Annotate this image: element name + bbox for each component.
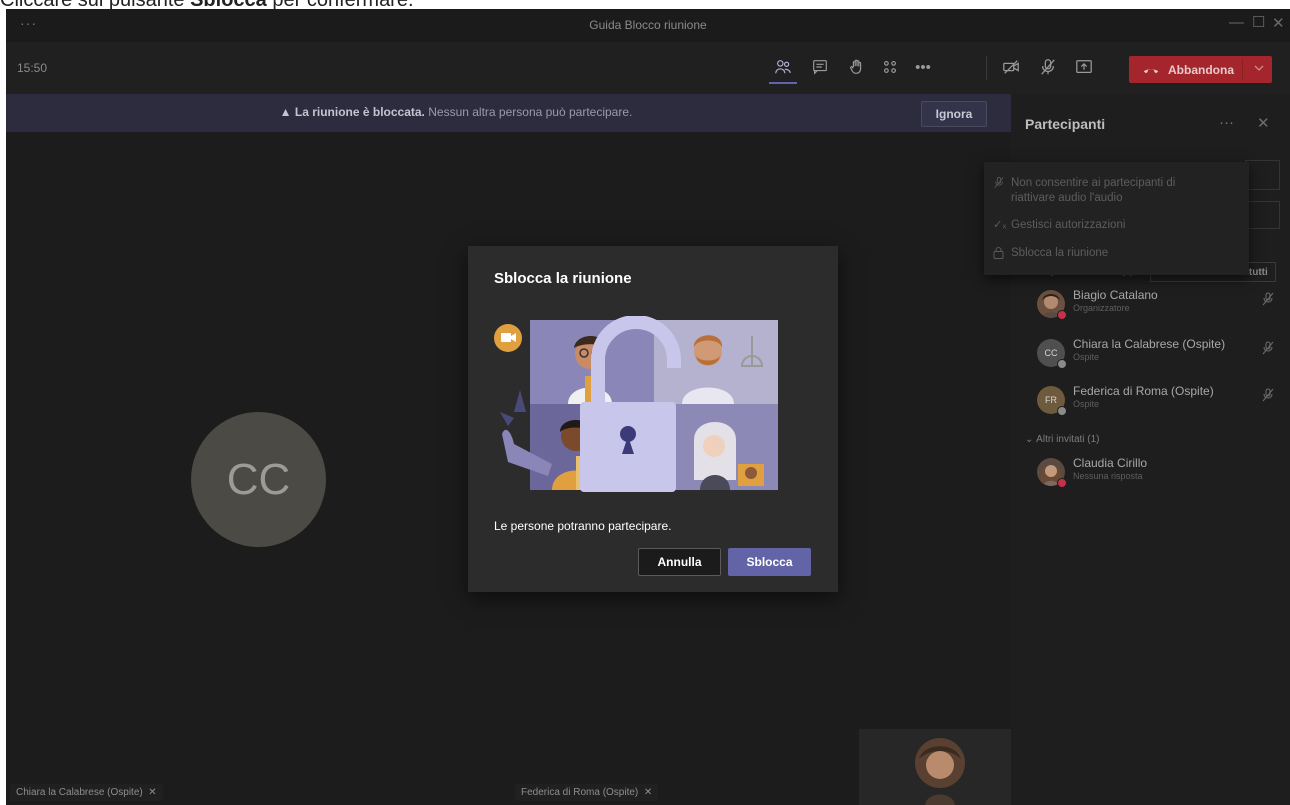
mic-off-icon[interactable] — [1037, 56, 1059, 78]
participants-active-indicator — [769, 82, 797, 84]
tile-name-center: Federica di Roma (Ospite) ✕ — [515, 784, 659, 801]
self-video-avatar — [915, 738, 965, 805]
invited-status: Nessuna risposta — [1073, 471, 1143, 481]
search-box[interactable] — [1245, 201, 1280, 229]
close-icon[interactable]: ✕ — [1272, 14, 1285, 32]
teams-window: ··· Guida Blocco riunione — ☐ ✕ 15:50 ••… — [6, 9, 1290, 805]
mic-off-icon[interactable] — [1261, 388, 1275, 402]
tile-name-center-label: Federica di Roma (Ospite) — [521, 787, 639, 798]
instruction-text: Cliccare sul pulsante Sblocca per confer… — [0, 0, 414, 10]
menu-item-manage-permissions[interactable]: ✓ₓ Gestisci autorizzazioni — [993, 218, 1125, 233]
participants-icon[interactable] — [772, 56, 794, 78]
warning-icon: ▲ — [279, 105, 292, 119]
status-badge — [1057, 359, 1067, 369]
share-invite-box[interactable] — [1245, 160, 1280, 190]
status-badge — [1057, 406, 1067, 416]
lock-icon — [993, 246, 1011, 264]
locked-banner: ▲ La riunione è bloccata. Nessun altra p… — [6, 94, 1011, 132]
participant-row[interactable]: CC Chiara la Calabrese (Ospite) Ospite — [1037, 337, 1277, 373]
mic-off-icon: ✕ — [641, 787, 653, 798]
hang-up-icon — [1143, 68, 1159, 73]
breakout-rooms-icon[interactable] — [879, 56, 901, 78]
panel-more-button[interactable]: ··· — [1219, 114, 1234, 131]
raise-hand-icon[interactable] — [846, 56, 868, 78]
menu-item-label: Sblocca la riunione — [1011, 247, 1109, 259]
participant-role: Organizzatore — [1073, 303, 1130, 313]
participant-role: Ospite — [1073, 352, 1100, 362]
leave-label: Abbandona — [1168, 62, 1234, 77]
menu-item-label: Non consentire ai partecipanti di riatti… — [1011, 177, 1176, 204]
menu-item-disable-unmute[interactable]: Non consentire ai partecipanti di riatti… — [993, 176, 1211, 206]
dialog-description: Le persone potranno partecipare. — [494, 519, 672, 533]
maximize-icon[interactable]: ☐ — [1252, 13, 1265, 31]
status-badge — [1057, 310, 1067, 320]
panel-more-menu: Non consentire ai partecipanti di riatti… — [984, 162, 1249, 275]
cancel-button[interactable]: Annulla — [638, 548, 721, 576]
banner-text: Nessun altra persona può partecipare. — [424, 105, 633, 119]
share-screen-icon[interactable] — [1073, 56, 1095, 78]
leave-divider — [1242, 59, 1243, 80]
participant-name: Federica di Roma (Ospite) — [1073, 384, 1214, 398]
toolbar-separator — [986, 56, 987, 80]
unlock-illustration — [494, 316, 778, 492]
meeting-time: 15:50 — [17, 61, 48, 75]
participant-avatar-large: CC — [191, 412, 326, 547]
window-title: Guida Blocco riunione — [589, 18, 707, 32]
participant-row[interactable]: Biagio Catalano Organizzatore — [1037, 288, 1277, 324]
meeting-toolbar: 15:50 ••• Abbandona — [6, 42, 1290, 94]
mic-off-icon: ✕ — [145, 787, 157, 798]
participant-row[interactable]: FR Federica di Roma (Ospite) Ospite — [1037, 384, 1277, 420]
status-badge — [1057, 478, 1067, 488]
menu-item-unlock-meeting[interactable]: Sblocca la riunione — [993, 246, 1108, 264]
unlock-meeting-dialog: Sblocca la riunione Le persone potranno … — [468, 246, 838, 592]
title-bar: ··· Guida Blocco riunione — ☐ ✕ — [6, 9, 1290, 42]
chevron-down-icon[interactable] — [1253, 62, 1265, 74]
participant-role: Ospite — [1073, 399, 1100, 409]
participant-name: Biagio Catalano — [1073, 288, 1158, 302]
chevron-down-icon: ⌄ — [1025, 434, 1037, 445]
camera-off-icon[interactable] — [1000, 56, 1022, 78]
panel-title: Partecipanti — [1025, 116, 1106, 132]
others-invited-section[interactable]: ⌄ Altri invitati (1) — [1025, 434, 1100, 445]
invited-row[interactable]: Claudia Cirillo Nessuna risposta — [1037, 456, 1277, 492]
participant-name: Chiara la Calabrese (Ospite) — [1073, 337, 1226, 351]
dialog-title: Sblocca la riunione — [494, 270, 632, 287]
leave-button[interactable]: Abbandona — [1129, 56, 1272, 83]
self-video-tile — [859, 729, 1011, 805]
mic-off-icon[interactable] — [1261, 292, 1275, 306]
panel-close-icon[interactable]: ✕ — [1257, 114, 1270, 132]
mic-off-icon[interactable] — [1261, 341, 1275, 355]
chat-icon[interactable] — [809, 56, 831, 78]
menu-item-label: Gestisci autorizzazioni — [1011, 219, 1126, 231]
mic-off-icon — [993, 176, 1011, 206]
locked-banner-message: ▲ La riunione è bloccata. Nessun altra p… — [6, 105, 906, 119]
minimize-icon[interactable]: — — [1229, 14, 1244, 31]
others-invited-label: Altri invitati (1) — [1036, 434, 1100, 445]
tile-name-left-label: Chiara la Calabrese (Ospite) — [16, 787, 143, 798]
permissions-icon: ✓ₓ — [993, 219, 1007, 231]
invited-name: Claudia Cirillo — [1073, 456, 1148, 470]
banner-bold-text: La riunione è bloccata. — [294, 105, 425, 119]
tile-name-left: Chiara la Calabrese (Ospite) ✕ — [10, 784, 163, 801]
ignore-button[interactable]: Ignora — [921, 101, 987, 127]
unlock-button[interactable]: Sblocca — [728, 548, 811, 576]
more-actions-icon[interactable]: ••• — [912, 56, 934, 78]
